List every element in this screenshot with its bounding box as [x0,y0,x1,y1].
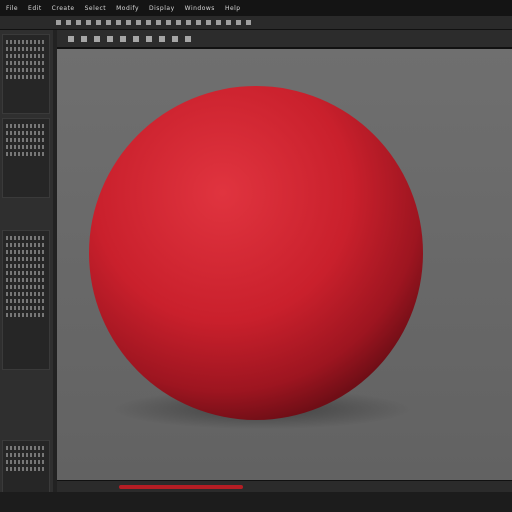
menu-item[interactable]: Modify [116,5,139,12]
menu-item[interactable]: Create [52,5,75,12]
light-icon[interactable] [126,20,131,25]
menu-item[interactable]: Edit [28,5,42,12]
resolution-icon[interactable] [185,35,191,42]
paint-icon[interactable] [166,20,171,25]
grid-icon[interactable] [107,35,113,42]
panel-section [2,230,50,370]
menu-bar: File Edit Create Select Modify Display W… [0,0,512,16]
3d-viewport[interactable] [57,48,512,481]
rotate-icon[interactable] [76,20,81,25]
attribute-panel [0,30,54,500]
menu-item[interactable]: Help [225,5,241,12]
settings-icon[interactable] [236,20,241,25]
shelf-toolbar [0,16,512,30]
status-bar [0,492,512,512]
panel-section [2,118,50,198]
layer-icon[interactable] [226,20,231,25]
viewport-canvas[interactable] [57,49,512,481]
time-range-bar[interactable] [119,485,243,489]
cache-icon[interactable] [206,20,211,25]
wireframe-icon[interactable] [120,35,126,42]
menu-item[interactable]: Display [149,5,175,12]
curve-icon[interactable] [186,20,191,25]
texture-icon[interactable] [133,35,139,42]
snap-icon[interactable] [96,20,101,25]
menu-item[interactable]: File [6,5,18,12]
lighting-icon[interactable] [81,35,87,42]
frame-icon[interactable] [172,35,178,42]
select-icon[interactable] [56,20,61,25]
move-icon[interactable] [66,20,71,25]
material-icon[interactable] [146,20,151,25]
fx-icon[interactable] [216,20,221,25]
sphere-object[interactable] [89,86,423,420]
grid-icon[interactable] [106,20,111,25]
sculpt-icon[interactable] [156,20,161,25]
camera-icon[interactable] [116,20,121,25]
view-icon[interactable] [246,20,251,25]
panel-section [2,440,50,496]
camera-icon[interactable] [94,35,100,42]
shading-icon[interactable] [68,35,74,42]
isolate-icon[interactable] [146,35,152,42]
menu-item[interactable]: Windows [185,5,215,12]
panel-section [2,34,50,114]
viewport-toolbar [57,30,512,48]
render-icon[interactable] [136,20,141,25]
xray-icon[interactable] [159,35,165,42]
scale-icon[interactable] [86,20,91,25]
deform-icon[interactable] [196,20,201,25]
menu-item[interactable]: Select [85,5,107,12]
mesh-icon[interactable] [176,20,181,25]
